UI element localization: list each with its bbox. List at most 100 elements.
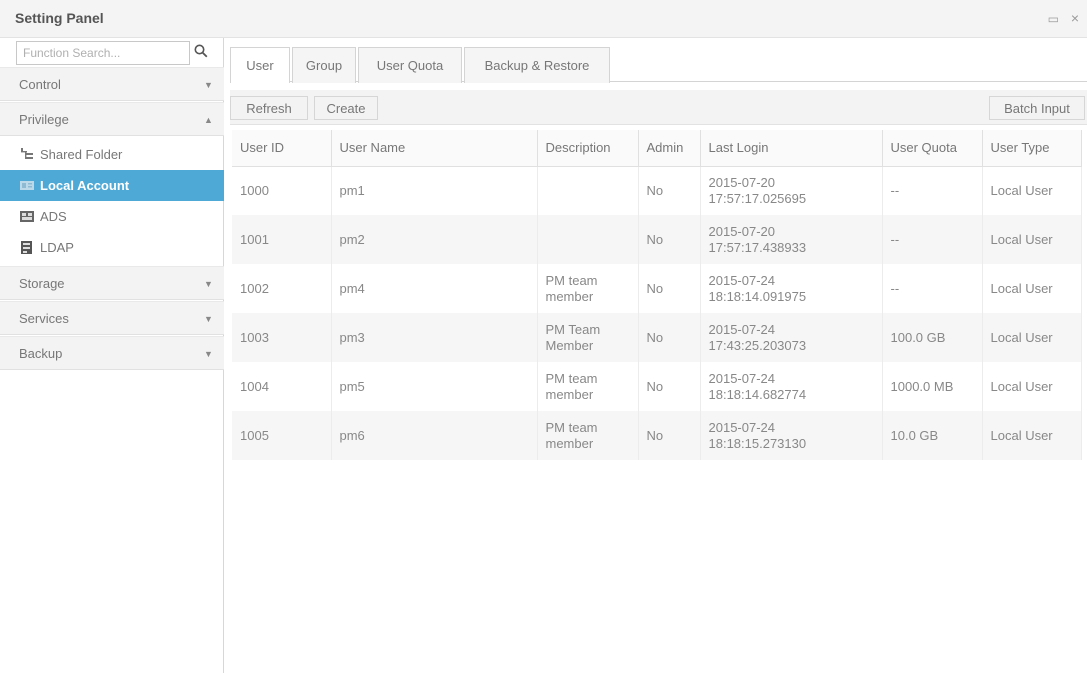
cell-last-login: 2015-07-24 17:43:25.203073 — [700, 313, 883, 362]
sidebar-item-ads[interactable]: ADS — [0, 201, 224, 232]
ads-icon — [20, 211, 34, 222]
table-row[interactable]: 1001 pm2 No 2015-07-20 17:57:17.438933 --… — [232, 215, 1082, 264]
column-header-user-quota[interactable]: User Quota — [882, 130, 983, 167]
window-title: Setting Panel — [15, 10, 104, 26]
local-account-icon — [20, 181, 34, 190]
shared-folder-icon — [21, 148, 33, 159]
category-services-label: Services — [19, 311, 69, 326]
chevron-down-icon: ▼ — [204, 349, 213, 359]
cell-admin: No — [638, 313, 701, 362]
login-time: 17:57:17.025695 — [708, 190, 807, 206]
chevron-down-icon: ▼ — [204, 279, 213, 289]
toolbar: Refresh Create Batch Input — [230, 90, 1087, 125]
login-time: 18:18:14.682774 — [708, 386, 807, 402]
cell-last-login: 2015-07-24 18:18:14.091975 — [700, 264, 883, 313]
column-header-description[interactable]: Description — [537, 130, 639, 167]
login-time: 17:57:17.438933 — [708, 239, 807, 255]
tab-backup-restore[interactable]: Backup & Restore — [464, 47, 610, 83]
cell-description: PM team member — [537, 264, 639, 313]
login-date: 2015-07-24 — [708, 419, 776, 435]
tab-group[interactable]: Group — [292, 47, 356, 83]
cell-user-id: 1005 — [232, 411, 332, 460]
main-panel: User Group User Quota Backup & Restore R… — [230, 38, 1087, 673]
search-icon[interactable] — [194, 44, 208, 58]
cell-last-login: 2015-07-20 17:57:17.025695 — [700, 166, 883, 215]
cell-user-quota: 100.0 GB — [882, 313, 983, 362]
tab-user-quota[interactable]: User Quota — [358, 47, 462, 83]
category-control[interactable]: Control ▼ — [0, 67, 224, 101]
sidebar: Control ▼ Privilege ▲ Shared Folder — [0, 38, 224, 673]
cell-user-id: 1001 — [232, 215, 332, 264]
login-date: 2015-07-24 — [708, 370, 776, 386]
maximize-icon[interactable]: ▭ — [1048, 12, 1059, 26]
column-header-user-type[interactable]: User Type — [982, 130, 1082, 167]
cell-description — [537, 215, 639, 264]
close-icon[interactable]: × — [1071, 10, 1079, 26]
table-row[interactable]: 1000 pm1 No 2015-07-20 17:57:17.025695 --… — [232, 166, 1082, 215]
login-date: 2015-07-20 — [708, 174, 776, 190]
login-time: 18:18:15.273130 — [708, 435, 807, 451]
cell-description: PM team member — [537, 362, 639, 411]
table-row[interactable]: 1002 pm4 PM team member No 2015-07-24 18:1… — [232, 264, 1082, 313]
description-line: PM team — [545, 419, 598, 435]
refresh-button[interactable]: Refresh — [230, 96, 308, 120]
column-header-admin[interactable]: Admin — [638, 130, 701, 167]
sidebar-item-shared-folder[interactable]: Shared Folder — [0, 139, 224, 170]
description-line: Member — [545, 337, 594, 353]
sidebar-item-label: Local Account — [40, 178, 130, 193]
category-storage-label: Storage — [19, 276, 65, 291]
sidebar-item-local-account[interactable]: Local Account — [0, 170, 224, 201]
chevron-up-icon: ▲ — [204, 115, 213, 125]
description-line: member — [545, 435, 594, 451]
user-table: User ID User Name Description Admin Last… — [232, 130, 1082, 460]
cell-user-name: pm3 — [331, 313, 538, 362]
title-bar: Setting Panel ▭ × — [0, 0, 1087, 38]
category-privilege[interactable]: Privilege ▲ — [0, 102, 224, 136]
description-line: PM team — [545, 272, 598, 288]
sidebar-item-ldap[interactable]: LDAP — [0, 232, 224, 263]
cell-user-name: pm1 — [331, 166, 538, 215]
description-line: member — [545, 386, 594, 402]
cell-admin: No — [638, 411, 701, 460]
column-header-last-login[interactable]: Last Login — [700, 130, 883, 167]
cell-user-type: Local User — [982, 362, 1082, 411]
cell-user-type: Local User — [982, 264, 1082, 313]
cell-admin: No — [638, 362, 701, 411]
cell-user-name: pm4 — [331, 264, 538, 313]
cell-user-name: pm2 — [331, 215, 538, 264]
cell-user-id: 1003 — [232, 313, 332, 362]
cell-user-name: pm5 — [331, 362, 538, 411]
cell-description: PM Team Member — [537, 313, 639, 362]
setting-panel-window: Setting Panel ▭ × Control ▼ Privilege ▲ — [0, 0, 1087, 673]
cell-user-quota: 1000.0 MB — [882, 362, 983, 411]
login-date: 2015-07-24 — [708, 272, 776, 288]
category-storage[interactable]: Storage ▼ — [0, 266, 224, 300]
function-search-box — [16, 41, 190, 65]
sidebar-item-label: ADS — [40, 209, 67, 224]
cell-user-type: Local User — [982, 411, 1082, 460]
category-services[interactable]: Services ▼ — [0, 301, 224, 335]
table-row[interactable]: 1003 pm3 PM Team Member No 2015-07-24 17:4… — [232, 313, 1082, 362]
cell-admin: No — [638, 215, 701, 264]
create-button[interactable]: Create — [314, 96, 378, 120]
cell-description — [537, 166, 639, 215]
category-control-label: Control — [19, 77, 61, 92]
cell-user-id: 1002 — [232, 264, 332, 313]
column-header-user-id[interactable]: User ID — [232, 130, 332, 167]
batch-input-button[interactable]: Batch Input — [989, 96, 1085, 120]
login-date: 2015-07-24 — [708, 321, 776, 337]
cell-user-type: Local User — [982, 313, 1082, 362]
cell-user-id: 1000 — [232, 166, 332, 215]
function-search-input[interactable] — [17, 42, 189, 64]
cell-last-login: 2015-07-24 18:18:15.273130 — [700, 411, 883, 460]
table-row[interactable]: 1005 pm6 PM team member No 2015-07-24 18:1… — [232, 411, 1082, 460]
sidebar-item-label: LDAP — [40, 240, 74, 255]
cell-user-id: 1004 — [232, 362, 332, 411]
tab-user[interactable]: User — [230, 47, 290, 83]
cell-user-type: Local User — [982, 215, 1082, 264]
category-backup[interactable]: Backup ▼ — [0, 336, 224, 370]
table-header-row: User ID User Name Description Admin Last… — [232, 130, 1082, 167]
column-header-user-name[interactable]: User Name — [331, 130, 538, 167]
ldap-icon — [21, 241, 32, 254]
table-row[interactable]: 1004 pm5 PM team member No 2015-07-24 18:1… — [232, 362, 1082, 411]
